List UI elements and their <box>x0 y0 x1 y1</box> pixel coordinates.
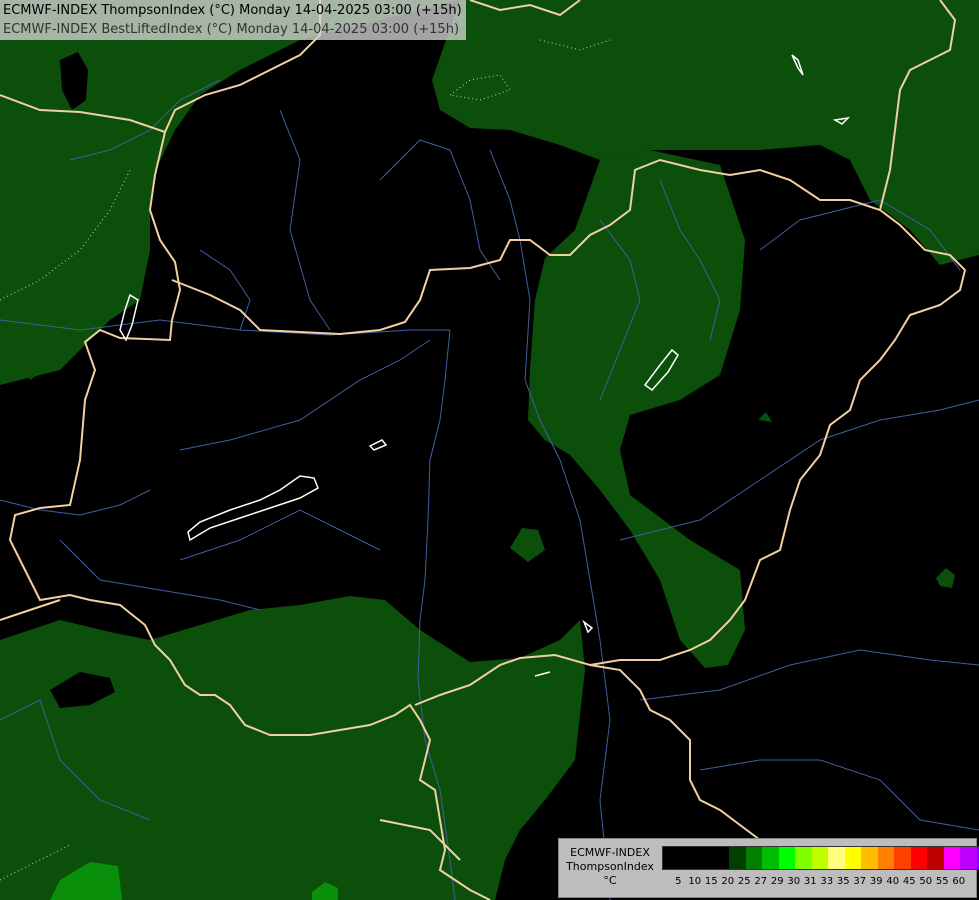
legend-swatch <box>696 847 713 869</box>
weather-map[interactable] <box>0 0 979 900</box>
legend-label: ECMWF-INDEX ThompsonIndex °C <box>559 846 661 888</box>
legend-tick-label: 39 <box>869 876 883 887</box>
legend-tick-label: 45 <box>902 876 916 887</box>
legend-tick-label: 29 <box>770 876 784 887</box>
legend-swatch <box>795 847 812 869</box>
legend-tick-label: 20 <box>721 876 735 887</box>
legend-swatches <box>662 846 979 870</box>
legend-tick-label: 31 <box>803 876 817 887</box>
legend-swatch <box>943 847 960 869</box>
legend-tick-label: 10 <box>688 876 702 887</box>
legend-swatch <box>894 847 911 869</box>
legend-swatch <box>861 847 878 869</box>
legend-swatch <box>910 847 927 869</box>
legend-swatch <box>712 847 729 869</box>
title-best-lifted-index: ECMWF-INDEX BestLiftedIndex (°C) Monday … <box>3 22 460 37</box>
legend-tick-label: 55 <box>935 876 949 887</box>
color-legend: ECMWF-INDEX ThompsonIndex °C 5 10 15 20 25 27… <box>558 838 979 898</box>
legend-tick-label: 37 <box>853 876 867 887</box>
legend-swatch <box>762 847 779 869</box>
legend-ticks: 5 10 15 20 25 27 29 30 31 33 35 37 39 40 45 50 55 60 <box>670 876 967 888</box>
legend-tick-label: 60 <box>952 876 966 887</box>
legend-swatch <box>828 847 845 869</box>
legend-swatch <box>927 847 944 869</box>
legend-swatch <box>679 847 696 869</box>
legend-tick-label: 50 <box>919 876 933 887</box>
legend-model: ECMWF-INDEX <box>570 846 650 859</box>
legend-swatch <box>778 847 795 869</box>
legend-tick-label: 30 <box>787 876 801 887</box>
map-title-box: ECMWF-INDEX ThompsonIndex (°C) Monday 14… <box>0 0 466 40</box>
legend-swatch <box>729 847 746 869</box>
legend-swatch <box>811 847 828 869</box>
legend-unit: °C <box>603 874 617 887</box>
legend-tick-label: 27 <box>754 876 768 887</box>
legend-swatch <box>844 847 861 869</box>
legend-tick-label: 5 <box>675 876 682 887</box>
legend-swatch <box>960 847 977 869</box>
legend-tick-label: 33 <box>820 876 834 887</box>
legend-parameter: ThompsonIndex <box>566 860 654 873</box>
legend-swatch <box>877 847 894 869</box>
legend-tick-label: 35 <box>836 876 850 887</box>
legend-swatch <box>663 847 680 869</box>
title-thompson-index: ECMWF-INDEX ThompsonIndex (°C) Monday 14… <box>3 3 462 18</box>
legend-tick-label: 25 <box>737 876 751 887</box>
map-viewport[interactable]: ECMWF-INDEX ThompsonIndex (°C) Monday 14… <box>0 0 979 900</box>
legend-swatch <box>745 847 762 869</box>
legend-tick-label: 40 <box>886 876 900 887</box>
legend-tick-label: 15 <box>704 876 718 887</box>
